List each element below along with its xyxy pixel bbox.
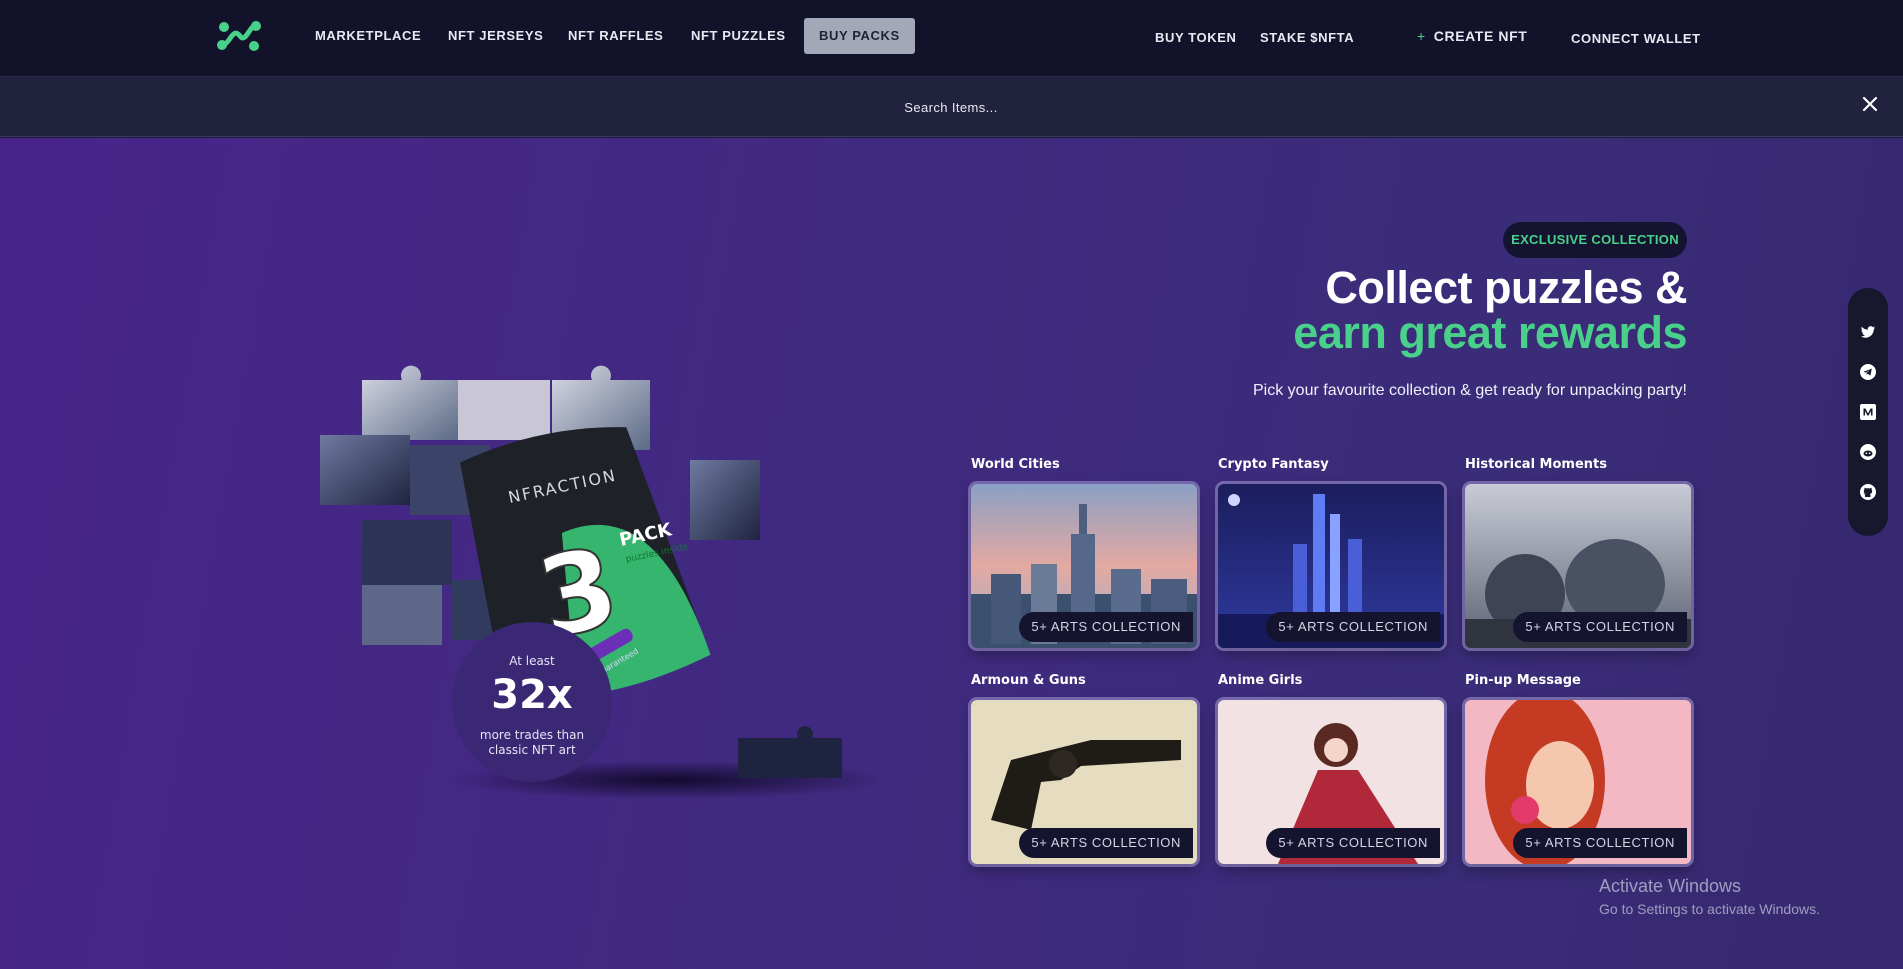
collection-tag: 5+ ARTS COLLECTION <box>1019 612 1193 642</box>
collection-title: World Cities <box>971 457 1060 472</box>
windows-activation-title: Activate Windows <box>1599 876 1742 896</box>
create-nft-button[interactable]: + CREATE NFT <box>1417 28 1527 44</box>
nav-nft-raffles[interactable]: NFT RAFFLES <box>568 28 663 43</box>
collection-tag: 5+ ARTS COLLECTION <box>1266 612 1440 642</box>
collection-title: Crypto Fantasy <box>1218 457 1329 472</box>
nav-marketplace[interactable]: MARKETPLACE <box>315 28 421 43</box>
collection-tag: 5+ ARTS COLLECTION <box>1266 828 1440 858</box>
create-nft-label: CREATE NFT <box>1433 28 1528 44</box>
collection-card-armoun-guns[interactable]: 5+ ARTS COLLECTION <box>971 700 1197 864</box>
nav-buy-packs[interactable]: BUY PACKS <box>804 18 915 54</box>
collection-title: Armoun & Guns <box>971 673 1086 688</box>
badge-multiplier: 32x <box>491 672 573 718</box>
windows-activation-subtitle: Go to Settings to activate Windows. <box>1599 901 1820 917</box>
collection-card-world-cities[interactable]: 5+ ARTS COLLECTION <box>971 484 1197 648</box>
collection-card-anime-girls[interactable]: 5+ ARTS COLLECTION <box>1218 700 1444 864</box>
collection-title: Historical Moments <box>1465 457 1607 472</box>
plus-icon: + <box>1417 28 1426 44</box>
telegram-icon[interactable] <box>1860 364 1876 380</box>
connect-wallet-button[interactable]: CONNECT WALLET <box>1571 31 1701 46</box>
search-input[interactable] <box>851 95 1051 119</box>
social-sidebar <box>1848 288 1888 536</box>
headline-line-2: earn great rewards <box>1293 307 1687 358</box>
collection-card-historical-moments[interactable]: 5+ ARTS COLLECTION <box>1465 484 1691 648</box>
collection-tag: 5+ ARTS COLLECTION <box>1513 612 1687 642</box>
reddit-icon[interactable] <box>1860 444 1876 460</box>
medium-icon[interactable] <box>1860 404 1876 420</box>
trades-badge: At least 32x more trades than classic NF… <box>452 622 612 782</box>
nav-buy-token[interactable]: BUY TOKEN <box>1155 30 1237 45</box>
twitter-icon[interactable] <box>1860 324 1876 340</box>
search-bar <box>0 77 1903 137</box>
collection-tag: 5+ ARTS COLLECTION <box>1019 828 1193 858</box>
close-icon[interactable] <box>1862 96 1878 112</box>
nav-stake-nfta[interactable]: STAKE $NFTA <box>1260 30 1354 45</box>
nav-nft-jerseys[interactable]: NFT JERSEYS <box>448 28 543 43</box>
collection-card-pinup-message[interactable]: 5+ ARTS COLLECTION <box>1465 700 1691 864</box>
collection-title: Pin-up Message <box>1465 673 1581 688</box>
badge-top-text: At least <box>509 654 555 668</box>
top-navigation: MARKETPLACE NFT JERSEYS NFT RAFFLES NFT … <box>0 0 1903 77</box>
collection-title: Anime Girls <box>1218 673 1303 688</box>
collection-card-crypto-fantasy[interactable]: 5+ ARTS COLLECTION <box>1218 484 1444 648</box>
exclusive-collection-pill: EXCLUSIVE COLLECTION <box>1503 222 1687 258</box>
hero-subheading: Pick your favourite collection & get rea… <box>1253 382 1687 399</box>
badge-bottom-text: more trades than classic NFT art <box>479 728 585 757</box>
collection-tag: 5+ ARTS COLLECTION <box>1513 828 1687 858</box>
nav-nft-puzzles[interactable]: NFT PUZZLES <box>691 28 786 43</box>
pack-illustration: NFRACTION 3 PACK puzzles inside TIER 4 p… <box>280 340 900 810</box>
github-icon[interactable] <box>1860 484 1876 500</box>
nfraction-logo[interactable] <box>214 18 264 54</box>
